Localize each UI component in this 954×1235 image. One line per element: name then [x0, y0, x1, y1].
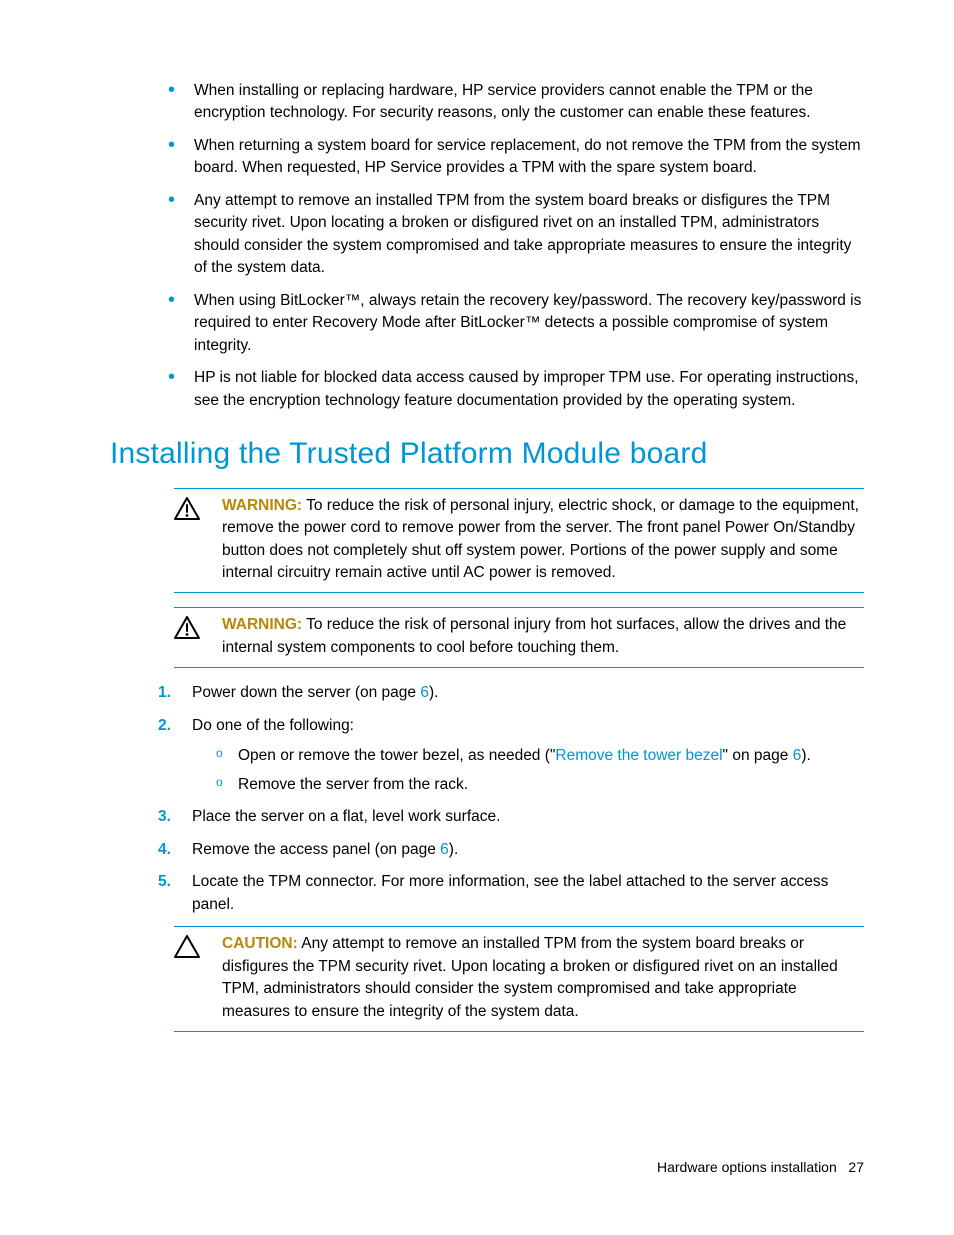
bullet-item: HP is not liable for blocked data access… [170, 367, 864, 412]
warning-text: WARNING: To reduce the risk of personal … [222, 495, 864, 585]
footer-section: Hardware options installation [657, 1159, 837, 1175]
substep-item: Remove the server from the rack. [216, 774, 864, 796]
caution-body: Any attempt to remove an installed TPM f… [222, 935, 838, 1019]
warning-icon [174, 614, 222, 640]
step-item: Remove the access panel (on page 6). [158, 839, 864, 861]
caution-icon [174, 933, 222, 959]
bullet-item: When using BitLocker™, always retain the… [170, 290, 864, 357]
caution-label: CAUTION: [222, 935, 298, 952]
step-item: Power down the server (on page 6). [158, 682, 864, 704]
warning-label: WARNING: [222, 497, 302, 514]
step-text: Power down the server (on page [192, 684, 420, 701]
step-text: Remove the access panel (on page [192, 841, 440, 858]
warning-text: WARNING: To reduce the risk of personal … [222, 614, 864, 659]
warning-box: WARNING: To reduce the risk of personal … [174, 607, 864, 668]
warning-body: To reduce the risk of personal injury, e… [222, 497, 859, 581]
step-text: Open or remove the tower bezel, as neede… [238, 747, 555, 764]
bullet-item: When installing or replacing hardware, H… [170, 80, 864, 125]
warning-body: To reduce the risk of personal injury fr… [222, 616, 846, 655]
page-link[interactable]: 6 [440, 841, 449, 858]
substep-list: Open or remove the tower bezel, as neede… [192, 745, 864, 796]
step-text: " on page [723, 747, 793, 764]
warning-label: WARNING: [222, 616, 302, 633]
step-item: Do one of the following: Open or remove … [158, 715, 864, 796]
footer-page-number: 27 [848, 1159, 864, 1175]
cross-ref-link[interactable]: Remove the tower bezel [555, 747, 722, 764]
step-item: Locate the TPM connector. For more infor… [158, 871, 864, 916]
step-text: ). [449, 841, 458, 858]
bullet-item: When returning a system board for servic… [170, 135, 864, 180]
procedure-steps: Power down the server (on page 6). Do on… [110, 682, 864, 916]
section-heading: Installing the Trusted Platform Module b… [110, 432, 864, 476]
warning-box: WARNING: To reduce the risk of personal … [174, 488, 864, 594]
step-text: ). [801, 747, 810, 764]
warning-icon [174, 495, 222, 521]
page-footer: Hardware options installation 27 [657, 1157, 864, 1177]
intro-bullet-list: When installing or replacing hardware, H… [110, 80, 864, 412]
caution-text: CAUTION: Any attempt to remove an instal… [222, 933, 864, 1023]
step-item: Place the server on a flat, level work s… [158, 806, 864, 828]
caution-box: CAUTION: Any attempt to remove an instal… [174, 926, 864, 1032]
document-page: When installing or replacing hardware, H… [0, 0, 954, 1235]
step-text: Do one of the following: [192, 717, 354, 734]
page-link[interactable]: 6 [420, 684, 429, 701]
bullet-item: Any attempt to remove an installed TPM f… [170, 190, 864, 280]
substep-item: Open or remove the tower bezel, as neede… [216, 745, 864, 767]
step-text: ). [429, 684, 438, 701]
